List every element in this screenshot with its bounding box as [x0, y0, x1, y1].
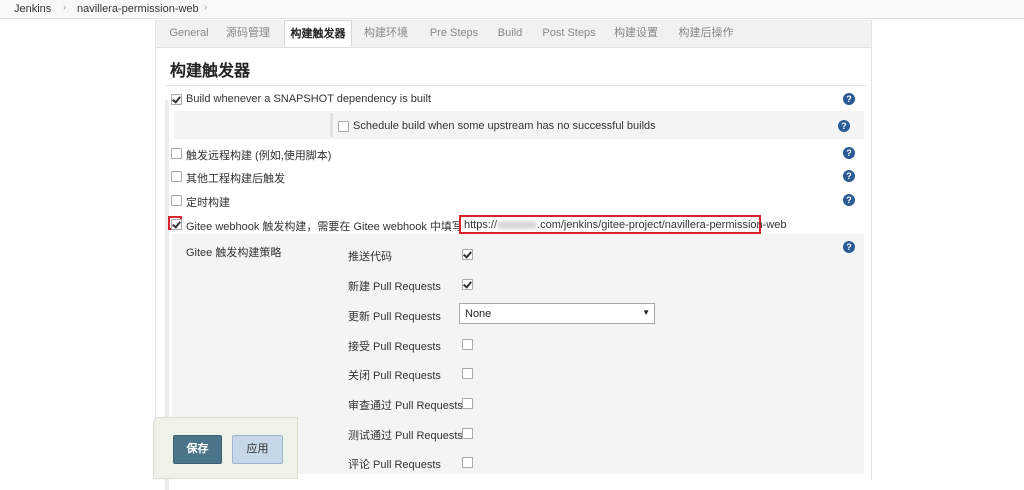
breadcrumb-jenkins[interactable]: Jenkins [14, 3, 51, 15]
periodic-build-checkbox[interactable] [171, 195, 182, 206]
strategy-comment-pr-checkbox[interactable] [462, 457, 473, 468]
breadcrumb: Jenkins › navillera-permission-web › [0, 0, 1024, 19]
select-value: None [465, 308, 492, 320]
strategy-approved-pr-label: 审查通过 Pull Requests [348, 400, 463, 412]
strategy-open-pr-checkbox[interactable] [462, 279, 473, 290]
strategy-open-pr-label: 新建 Pull Requests [348, 281, 441, 293]
strategy-accept-pr-checkbox[interactable] [462, 339, 473, 350]
title-divider [166, 85, 866, 86]
strategy-approved-pr-checkbox[interactable] [462, 398, 473, 409]
save-button[interactable]: 保存 [173, 435, 222, 464]
strategy-update-pr-select[interactable]: None ▼ [459, 303, 655, 324]
remote-trigger-checkbox[interactable] [171, 148, 182, 159]
section-title: 构建触发器 [170, 63, 251, 80]
save-bar: 保存 应用 [153, 417, 298, 479]
strategy-update-pr-label: 更新 Pull Requests [348, 311, 441, 323]
help-icon[interactable]: ? [843, 194, 855, 206]
schedule-upstream-label: Schedule build when some upstream has no… [353, 120, 656, 132]
tab-build-environment[interactable]: 构建环境 [356, 20, 416, 47]
help-icon[interactable]: ? [843, 147, 855, 159]
breadcrumb-separator: › [204, 2, 208, 13]
webhook-url-text: https://.com/jenkins/gitee-project/navil… [464, 219, 787, 231]
remote-trigger-label: 触发远程构建 (例如,使用脚本) [186, 150, 332, 162]
apply-button[interactable]: 应用 [232, 435, 283, 464]
strategy-push-checkbox[interactable] [462, 249, 473, 260]
help-icon[interactable]: ? [843, 170, 855, 182]
config-tabbar: General 源码管理 构建触发器 构建环境 Pre Steps Build … [156, 20, 871, 48]
tab-post-build-actions[interactable]: 构建后操作 [672, 20, 740, 47]
strategy-close-pr-checkbox[interactable] [462, 368, 473, 379]
subgroup-indent-bar [330, 113, 333, 137]
tab-general[interactable]: General [162, 20, 216, 47]
strategy-tested-pr-checkbox[interactable] [462, 428, 473, 439]
tab-post-steps[interactable]: Post Steps [538, 20, 600, 47]
help-icon[interactable]: ? [838, 120, 850, 132]
strategy-accept-pr-label: 接受 Pull Requests [348, 341, 441, 353]
strategy-tested-pr-label: 测试通过 Pull Requests [348, 430, 463, 442]
breadcrumb-project[interactable]: navillera-permission-web [77, 3, 199, 15]
strategy-close-pr-label: 关闭 Pull Requests [348, 370, 441, 382]
after-other-projects-checkbox[interactable] [171, 171, 182, 182]
help-icon[interactable]: ? [843, 93, 855, 105]
gitee-webhook-checkbox[interactable] [171, 219, 182, 230]
schedule-upstream-checkbox[interactable] [338, 121, 349, 132]
after-other-projects-label: 其他工程构建后触发 [186, 173, 285, 185]
snapshot-dependency-checkbox[interactable] [171, 94, 182, 105]
tab-pre-steps[interactable]: Pre Steps [424, 20, 484, 47]
breadcrumb-separator: › [63, 2, 67, 13]
tab-source-control[interactable]: 源码管理 [220, 20, 276, 47]
gitee-webhook-label: Gitee webhook 触发构建，需要在 Gitee webhook 中填写… [186, 221, 492, 233]
strategy-comment-pr-label: 评论 Pull Requests [348, 459, 441, 471]
tab-build[interactable]: Build [492, 20, 528, 47]
help-icon[interactable]: ? [843, 241, 855, 253]
snapshot-dependency-label: Build whenever a SNAPSHOT dependency is … [186, 93, 431, 105]
tab-build-settings[interactable]: 构建设置 [608, 20, 664, 47]
tab-build-triggers[interactable]: 构建触发器 [284, 20, 352, 47]
redacted-host [497, 221, 538, 230]
strategy-push-label: 推送代码 [348, 251, 392, 263]
webhook-url-field[interactable]: https://.com/jenkins/gitee-project/navil… [459, 215, 786, 234]
gitee-strategy-label: Gitee 触发构建策略 [186, 247, 282, 259]
periodic-build-label: 定时构建 [186, 197, 230, 209]
chevron-down-icon: ▼ [642, 308, 650, 317]
